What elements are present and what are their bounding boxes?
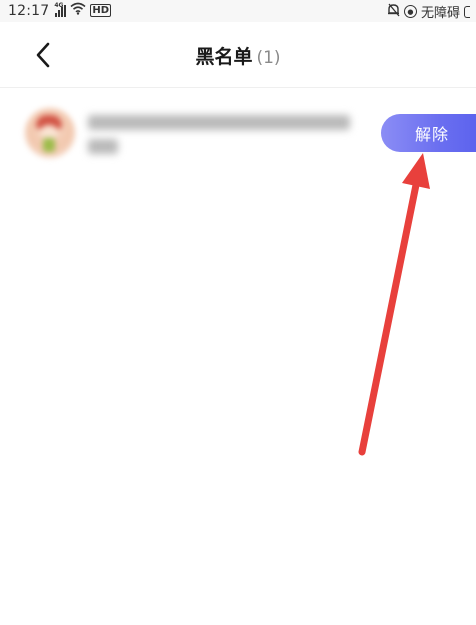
status-left: 12:17 4G HD — [8, 1, 112, 19]
signal-tag: 4G — [54, 1, 64, 9]
status-time: 12:17 — [8, 2, 50, 19]
blurred-username — [88, 115, 350, 130]
accessibility-label: 无障碍 — [420, 6, 460, 21]
signal-icon: 4G — [54, 1, 67, 17]
hd-badge: HD — [90, 4, 112, 17]
blacklist-item: 解除 — [0, 98, 476, 170]
page-title-text: 黑名单 — [195, 46, 253, 68]
battery-icon — [464, 5, 470, 18]
alarm-icon — [387, 3, 400, 21]
rotation-lock-icon: ● — [403, 5, 417, 18]
annotation-arrow — [358, 153, 430, 456]
avatar — [25, 108, 75, 158]
navbar: 黑名单 (1) — [0, 22, 476, 88]
status-bar: 12:17 4G HD ● 无障碍 — [0, 0, 476, 22]
status-right: ● 无障碍 — [387, 2, 470, 21]
wifi-icon — [70, 2, 86, 19]
blurred-username-line2 — [88, 139, 118, 154]
page-title: 黑名单 (1) — [0, 42, 476, 69]
blacklist-count: (1) — [256, 48, 281, 68]
unblock-button[interactable]: 解除 — [381, 114, 476, 152]
